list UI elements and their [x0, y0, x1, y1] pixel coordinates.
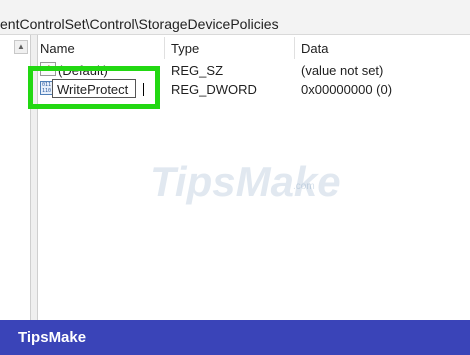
rename-value-input[interactable]: WriteProtect [52, 79, 144, 98]
address-bar[interactable]: entControlSet\Control\StorageDevicePolic… [0, 0, 470, 35]
value-data: (value not set) [301, 63, 384, 78]
address-path: entControlSet\Control\StorageDevicePolic… [0, 16, 279, 32]
scroll-up-arrow-icon[interactable]: ▲ [14, 40, 28, 54]
column-header-type[interactable]: Type [171, 41, 199, 56]
value-data: 0x00000000 (0) [301, 82, 393, 97]
registry-editor-window: entControlSet\Control\StorageDevicePolic… [0, 0, 470, 320]
footer-banner: TipsMake [0, 320, 470, 355]
column-header-data[interactable]: Data [301, 41, 328, 56]
watermark-domain: .com [293, 181, 315, 192]
column-separator[interactable] [294, 37, 295, 59]
footer-brand: TipsMake [18, 329, 87, 346]
string-value-icon: ab [40, 62, 56, 76]
tree-pane[interactable] [0, 35, 30, 320]
column-header-name[interactable]: Name [40, 41, 75, 56]
rename-value-text: WriteProtect [57, 82, 129, 97]
column-separator[interactable] [164, 37, 165, 59]
value-name: (Default) [58, 63, 108, 78]
pane-splitter[interactable] [30, 35, 38, 320]
text-caret [143, 83, 144, 96]
value-type: REG_DWORD [171, 82, 257, 97]
value-type: REG_SZ [171, 63, 224, 78]
